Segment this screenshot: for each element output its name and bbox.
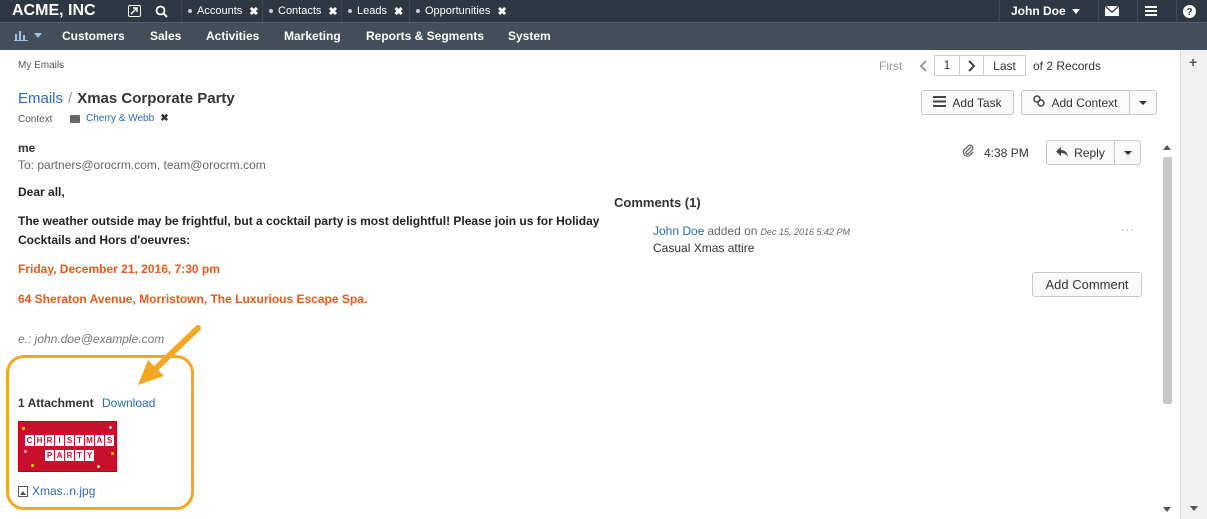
breadcrumb-emails-link[interactable]: Emails: [18, 90, 63, 107]
chevron-down-icon: [1123, 150, 1132, 155]
tab-label: Leads: [357, 5, 387, 17]
chevron-left-icon[interactable]: [912, 55, 934, 76]
rail-down-icon[interactable]: [1190, 506, 1198, 511]
add-widget-icon[interactable]: +: [1189, 54, 1197, 70]
top-bar: ACME, INC Accounts ✖ Contacts ✖ Leads ✖ Opp…: [0, 0, 1207, 22]
tab-label: Opportunities: [425, 5, 491, 17]
nav-reports-segments[interactable]: Reports & Segments: [366, 29, 484, 43]
comment-meta: John Doe added on Dec 15, 2016 5:42 PM: [653, 224, 850, 238]
email-from: me: [18, 141, 36, 155]
comment-added-label: added on: [707, 224, 758, 238]
nav-sales[interactable]: Sales: [150, 29, 181, 43]
close-icon[interactable]: ✖: [160, 113, 168, 124]
reply-label: Reply: [1074, 145, 1105, 160]
comment-author-link[interactable]: John Doe: [653, 224, 704, 238]
add-context-dropdown[interactable]: [1129, 90, 1157, 115]
sidebar-right: +: [1180, 50, 1207, 519]
search-icon[interactable]: [148, 0, 174, 22]
nav-system[interactable]: System: [508, 29, 551, 43]
pinned-tab-opportunities[interactable]: Opportunities ✖: [409, 0, 513, 22]
chevron-down-icon: [1071, 8, 1080, 14]
tab-dot-icon: [269, 9, 273, 13]
tab-dot-icon: [416, 9, 420, 13]
user-name: John Doe: [1011, 4, 1066, 18]
comments-heading: Comments (1): [614, 195, 701, 210]
tab-label: Contacts: [278, 5, 322, 17]
email-time: 4:38 PM: [984, 146, 1029, 160]
breadcrumb[interactable]: My Emails: [18, 60, 64, 71]
pager-last[interactable]: Last: [984, 55, 1026, 76]
scrollbar[interactable]: [1162, 145, 1173, 519]
briefcase-icon: [70, 114, 80, 123]
paperclip-icon: [962, 143, 974, 160]
context-tag-label[interactable]: Cherry & Webb: [86, 113, 154, 124]
dashboard-menu[interactable]: [14, 29, 42, 41]
scrollbar-thumb[interactable]: [1163, 157, 1172, 404]
main-nav: Customers Sales Activities Marketing Rep…: [0, 22, 1207, 50]
bar-chart-icon: [14, 31, 28, 41]
context-label: Context: [18, 114, 53, 125]
reply-dropdown[interactable]: [1114, 140, 1141, 165]
user-menu[interactable]: John Doe: [999, 0, 1090, 22]
pager-page-input[interactable]: 1: [934, 55, 960, 76]
close-icon[interactable]: ✖: [249, 5, 258, 18]
comment-date: Dec 15, 2016 5:42 PM: [760, 227, 850, 237]
brand-logo[interactable]: ACME, INC: [12, 2, 96, 20]
task-list-icon: [933, 95, 947, 110]
close-icon[interactable]: ✖: [497, 5, 506, 18]
nav-activities[interactable]: Activities: [206, 29, 259, 43]
pinned-tab-leads[interactable]: Leads ✖: [341, 0, 409, 22]
email-body-line-1: The weather outside may be frightful, bu…: [18, 214, 600, 228]
chevron-right-icon[interactable]: [960, 55, 984, 76]
nav-customers[interactable]: Customers: [62, 29, 125, 43]
comment-more-icon[interactable]: ···: [1121, 224, 1135, 236]
context-tag[interactable]: Cherry & Webb ✖: [70, 113, 169, 124]
pinned-tab-contacts[interactable]: Contacts ✖: [262, 0, 344, 22]
close-icon[interactable]: ✖: [394, 5, 403, 18]
menu-icon[interactable]: [1137, 0, 1163, 22]
chevron-down-icon: [1139, 100, 1147, 105]
reply-icon: [1056, 146, 1069, 160]
add-comment-button[interactable]: Add Comment: [1032, 272, 1142, 297]
pinned-tab-accounts[interactable]: Accounts ✖: [181, 0, 264, 22]
email-subject: Xmas Corporate Party: [77, 90, 235, 107]
comment-text: Casual Xmas attire: [653, 241, 755, 255]
email-address-line: 64 Sheraton Avenue, Morristown, The Luxu…: [18, 292, 368, 306]
add-task-button[interactable]: Add Task: [921, 90, 1014, 115]
title-separator: /: [68, 90, 73, 107]
svg-text:?: ?: [1186, 7, 1192, 18]
nav-marketing[interactable]: Marketing: [284, 29, 341, 43]
pager-first[interactable]: First: [879, 59, 902, 73]
help-icon[interactable]: ?: [1176, 0, 1202, 22]
page-title: Emails / Xmas Corporate Party: [18, 90, 235, 107]
pager-records: of 2 Records: [1033, 59, 1102, 73]
tab-dot-icon: [348, 9, 352, 13]
link-icon: [1033, 95, 1046, 110]
shortcut-icon[interactable]: [121, 0, 147, 22]
email-to: To: partners@orocrm.com, team@orocrm.com: [18, 158, 266, 172]
email-body-line-2: Cocktails and Hors d'oeuvres:: [18, 233, 191, 247]
reply-button[interactable]: Reply: [1046, 140, 1115, 165]
add-task-label: Add Task: [952, 95, 1002, 110]
scroll-down-icon[interactable]: [1163, 507, 1171, 512]
add-context-button[interactable]: Add Context: [1021, 90, 1130, 115]
add-comment-label: Add Comment: [1045, 277, 1129, 292]
envelope-icon[interactable]: [1098, 0, 1124, 22]
email-greeting: Dear all,: [18, 185, 65, 199]
scroll-up-icon[interactable]: [1163, 145, 1171, 150]
callout-arrow-icon: [138, 325, 201, 385]
tab-label: Accounts: [197, 5, 243, 17]
close-icon[interactable]: ✖: [328, 5, 337, 18]
email-date-line: Friday, December 21, 2016, 7:30 pm: [18, 262, 220, 276]
add-context-label: Add Context: [1051, 95, 1118, 110]
tab-dot-icon: [188, 9, 192, 13]
chevron-down-icon: [34, 32, 42, 38]
